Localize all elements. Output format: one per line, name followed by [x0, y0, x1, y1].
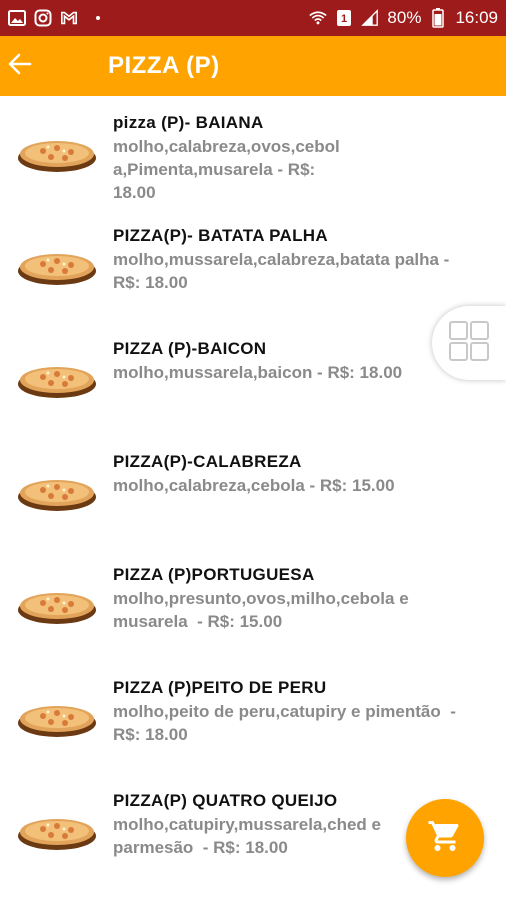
list-item[interactable]: pizza (P)- BAIANA molho,calabreza,ovos,c… [0, 96, 506, 209]
product-list: pizza (P)- BAIANA molho,calabreza,ovos,c… [0, 96, 506, 900]
image-icon [8, 9, 26, 27]
cart-button[interactable] [406, 799, 484, 877]
battery-percent: 80% [387, 8, 422, 27]
item-description: molho,presunto,ovos,milho,cebola e musar… [113, 587, 493, 633]
page-title: PIZZA (P) [108, 52, 220, 79]
item-desc-line: 18.00 [113, 183, 156, 202]
item-name: PIZZA(P)-CALABREZA [113, 452, 302, 471]
grid-view-icon[interactable] [448, 320, 490, 367]
item-desc-line: R$: 18.00 [113, 725, 188, 744]
status-bar: 1 80% 16:09 [0, 0, 506, 36]
list-item[interactable]: PIZZA (P)PORTUGUESA molho,presunto,ovos,… [0, 548, 506, 661]
item-desc-line: molho,calabreza,ovos,cebol [113, 137, 340, 156]
app-bar: PIZZA (P) [0, 36, 506, 96]
item-desc-line: a,Pimenta,musarela - R$: [113, 160, 316, 179]
item-name: PIZZA (P)PEITO DE PERU [113, 678, 327, 697]
battery-icon [429, 8, 447, 28]
item-desc-line: molho,mussarela,baicon - R$: 18.00 [113, 363, 403, 382]
list-item[interactable]: PIZZA(P)-CALABREZA molho,calabreza,cebol… [0, 435, 506, 548]
shopping-cart-icon[interactable] [427, 818, 463, 859]
item-name: PIZZA(P)- BATATA PALHA [113, 226, 328, 245]
item-name: PIZZA (P)PORTUGUESA [113, 565, 315, 584]
list-item[interactable]: PIZZA (P)-BAICON molho,mussarela,baicon … [0, 322, 506, 435]
item-name: pizza (P)- BAIANA [113, 113, 264, 132]
item-desc-line: molho,calabreza,cebola - R$: 15.00 [113, 476, 395, 495]
item-description: molho,calabreza,cebola - R$: 15.00 [113, 474, 493, 497]
item-desc-line: musarela - R$: 15.00 [113, 612, 283, 631]
pizza-image [18, 819, 96, 850]
list-item[interactable]: PIZZA (P)PEITO DE PERU molho,peito de pe… [0, 661, 506, 774]
list-item[interactable]: PIZZA(P)- BATATA PALHA molho,mussarela,c… [0, 209, 506, 322]
instagram-icon [34, 9, 52, 27]
sim-icon: 1 [335, 9, 353, 27]
item-description: molho,mussarela,calabreza,batata palha -… [113, 248, 493, 294]
item-description: molho,calabreza,ovos,cebol a,Pimenta,mus… [113, 135, 493, 204]
wifi-icon [309, 9, 328, 27]
gmail-icon [60, 9, 78, 27]
item-desc-line: molho,peito de peru,catupiry e pimentão … [113, 702, 456, 721]
item-desc-line: R$: 18.00 [113, 273, 188, 292]
item-description: molho,mussarela,baicon - R$: 18.00 [113, 361, 493, 384]
signal-icon [361, 9, 379, 27]
pizza-image [18, 706, 96, 737]
back-button[interactable] [0, 36, 40, 96]
arrow-back-icon[interactable] [8, 52, 32, 81]
dot-icon [96, 16, 100, 20]
pizza-image [18, 141, 96, 172]
grid-view-toggle[interactable] [432, 306, 506, 380]
pizza-image [18, 254, 96, 285]
pizza-image [18, 593, 96, 624]
svg-text:1: 1 [341, 13, 347, 25]
item-description: molho,peito de peru,catupiry e pimentão … [113, 700, 493, 746]
clock: 16:09 [455, 8, 498, 27]
pizza-image [18, 480, 96, 511]
item-desc-line: molho,mussarela,calabreza,batata palha - [113, 250, 450, 269]
pizza-image [18, 367, 96, 398]
item-desc-line: molho,presunto,ovos,milho,cebola e [113, 589, 409, 608]
